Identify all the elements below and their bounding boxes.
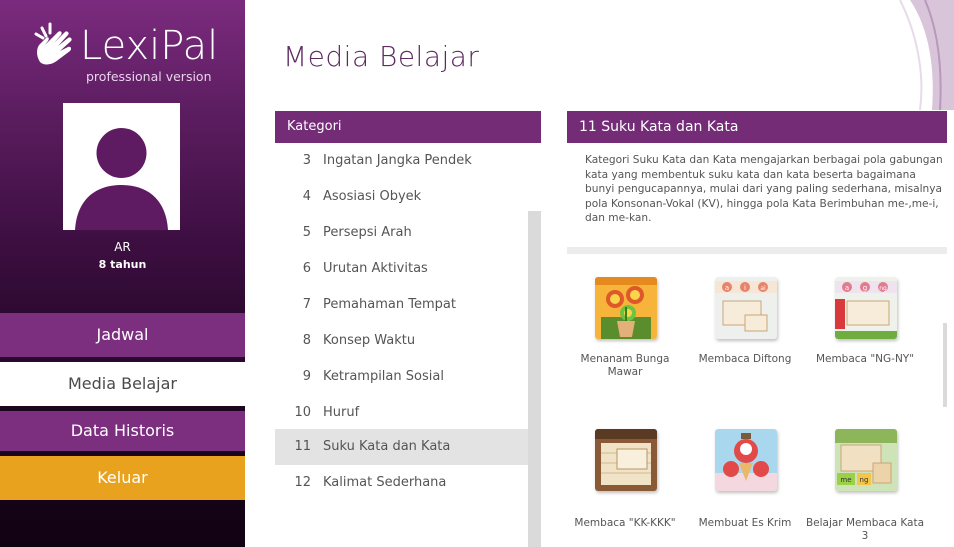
detail-divider	[567, 247, 947, 254]
ng-ny-cards-icon: a g ng	[835, 277, 897, 339]
kategori-item-label: Ingatan Jangka Pendek	[323, 153, 472, 168]
detail-scrollbar[interactable]	[943, 323, 947, 407]
kategori-item[interactable]: 3 Ingatan Jangka Pendek	[275, 143, 528, 179]
kategori-item-label: Persepsi Arah	[323, 225, 412, 240]
diftong-letter-ai: ai	[760, 285, 766, 292]
kategori-item[interactable]: 10 Huruf	[275, 395, 528, 431]
kategori-item-selected[interactable]: 11 Suku Kata dan Kata	[275, 429, 528, 465]
kategori-item-number: 3	[302, 153, 311, 168]
kategori-item-label: Asosiasi Obyek	[323, 189, 422, 204]
kategori-item-label: Pemahaman Tempat	[323, 297, 456, 312]
diftong-letter-i: i	[744, 284, 746, 292]
kategori-item-number: 7	[302, 297, 311, 312]
user-name: AR	[114, 240, 131, 254]
activity-tile-label: Membaca Diftong	[698, 353, 792, 365]
decorative-swoosh	[899, 0, 954, 110]
ng-letter-ng: ng	[879, 285, 887, 292]
kategori-item-number: 6	[302, 261, 311, 276]
kategori-item-number: 5	[302, 225, 311, 240]
flower-pot-icon	[595, 277, 657, 339]
app-name: LexiPal	[80, 23, 219, 69]
diftong-letter-a: a	[725, 284, 729, 292]
page-title: Media Belajar	[283, 40, 480, 73]
kategori-item-number: 10	[294, 405, 311, 420]
sidebar: LexiPal professional version AR 8 tahun …	[0, 0, 245, 547]
kategori-item-number: 4	[302, 189, 311, 204]
kk-kkk-cards-icon	[595, 429, 657, 491]
kategori-item-label: Suku Kata dan Kata	[323, 439, 451, 454]
kategori-item-number: 11	[294, 439, 311, 454]
kategori-item-number: 9	[302, 369, 311, 384]
activity-tile-label: Menanam Bunga Mawar	[580, 353, 670, 378]
hand-logo-icon	[34, 22, 72, 65]
activity-tile-label: Membaca "KK-KKK"	[574, 517, 676, 529]
kategori-item[interactable]: 12 Kalimat Sederhana	[275, 465, 528, 501]
kategori-header: Kategori	[275, 111, 541, 143]
kategori-item[interactable]: 5 Persepsi Arah	[275, 215, 528, 251]
activity-tile-label: Belajar Membaca Kata 3	[805, 517, 925, 542]
kategori-item-label: Ketrampilan Sosial	[323, 369, 444, 384]
kata-syllable-ng: ng	[860, 476, 869, 484]
nav-jadwal[interactable]: Jadwal	[0, 313, 245, 357]
ice-cream-icon	[715, 429, 777, 491]
detail-description: Kategori Suku Kata dan Kata mengajarkan …	[585, 154, 943, 225]
activity-tile-label: Membuat Es Krim	[698, 517, 792, 529]
kategori-item[interactable]: 8 Konsep Waktu	[275, 323, 528, 359]
nav-data-historis[interactable]: Data Historis	[0, 411, 245, 451]
activity-tile-label: Membaca "NG-NY"	[815, 353, 915, 365]
kategori-item-label: Konsep Waktu	[323, 333, 416, 348]
app-logo: LexiPal professional version	[10, 8, 240, 88]
kategori-item[interactable]: 7 Pemahaman Tempat	[275, 287, 528, 323]
kategori-item-label: Urutan Aktivitas	[323, 261, 428, 276]
ng-letter-a: a	[845, 284, 849, 292]
user-silhouette-icon	[63, 103, 180, 230]
kategori-list: 3 Ingatan Jangka Pendek 4 Asosiasi Obyek…	[275, 143, 528, 547]
kategori-item[interactable]: 4 Asosiasi Obyek	[275, 179, 528, 215]
nav-media-belajar[interactable]: Media Belajar	[0, 362, 245, 406]
detail-panel: 11 Suku Kata dan Kata Kategori Suku Kata…	[567, 111, 947, 547]
kategori-item[interactable]: 9 Ketrampilan Sosial	[275, 359, 528, 395]
detail-header: 11 Suku Kata dan Kata	[567, 111, 947, 143]
kategori-scrollbar[interactable]	[528, 211, 541, 547]
user-age: 8 tahun	[98, 258, 147, 271]
ng-letter-g: g	[863, 284, 867, 292]
app-edition: professional version	[86, 69, 212, 84]
nav-keluar[interactable]: Keluar	[0, 456, 245, 500]
avatar[interactable]	[63, 103, 180, 230]
kategori-item-label: Kalimat Sederhana	[323, 475, 447, 490]
kategori-item-label: Huruf	[323, 405, 360, 420]
diphthong-cards-icon: a i ai	[715, 277, 777, 339]
word-cards-icon: me ng	[835, 429, 897, 491]
kategori-panel: Kategori 3 Ingatan Jangka Pendek 4 Asosi…	[275, 111, 541, 547]
kategori-item[interactable]: 6 Urutan Aktivitas	[275, 251, 528, 287]
kata-syllable-me: me	[840, 476, 851, 484]
kategori-item-number: 12	[294, 475, 311, 490]
kategori-item-number: 8	[302, 333, 311, 348]
